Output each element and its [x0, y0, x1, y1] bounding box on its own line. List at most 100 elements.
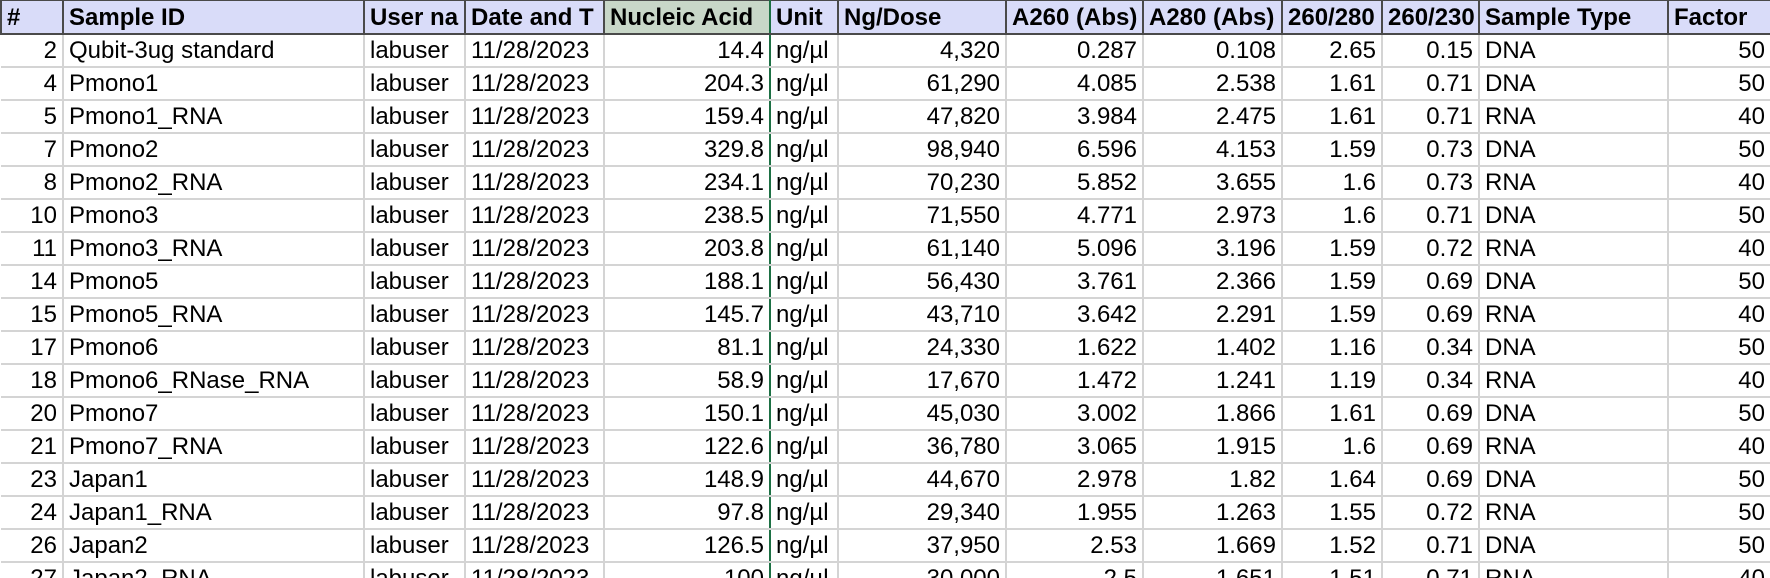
ratio-260-230-cell[interactable]: 0.34 [1382, 331, 1480, 365]
a260-cell[interactable]: 2.53 [1006, 529, 1144, 563]
ratio-260-280-cell[interactable]: 1.61 [1282, 100, 1383, 134]
ng-dose-cell[interactable]: 56,430 [838, 265, 1007, 299]
nucleic-acid-cell[interactable]: 58.9 [603, 364, 771, 398]
table-row[interactable]: 15 Pmono5_RNA labuser 11/28/2023 145.7 ng/µl 4… [1, 298, 1770, 332]
row-number-cell[interactable]: 15 [1, 298, 64, 332]
ng-dose-header[interactable]: Ng/Dose [838, 0, 1007, 35]
sample-type-cell[interactable]: RNA [1479, 100, 1669, 134]
user-name-cell[interactable]: labuser [364, 496, 466, 530]
ratio-260-280-cell[interactable]: 1.6 [1282, 166, 1383, 200]
ng-dose-cell[interactable]: 61,290 [838, 67, 1007, 101]
table-row[interactable]: 21 Pmono7_RNA labuser 11/28/2023 122.6 ng/µl 3… [1, 430, 1770, 464]
nucleic-acid-cell[interactable]: 81.1 [603, 331, 771, 365]
user-name-cell[interactable]: labuser [364, 529, 466, 563]
date-time-cell[interactable]: 11/28/2023 [465, 265, 605, 299]
sample-id-cell[interactable]: Pmono7 [63, 397, 365, 431]
row-number-cell[interactable]: 14 [1, 265, 64, 299]
a260-header[interactable]: A260 (Abs) [1006, 0, 1144, 35]
sample-type-cell[interactable]: RNA [1479, 166, 1669, 200]
a260-cell[interactable]: 0.287 [1006, 34, 1144, 68]
row-number-cell[interactable]: 2 [1, 34, 64, 68]
sample-id-cell[interactable]: Pmono3 [63, 199, 365, 233]
unit-cell[interactable]: ng/µl [770, 265, 839, 299]
date-time-cell[interactable]: 11/28/2023 [465, 133, 605, 167]
nucleic-acid-cell[interactable]: 97.8 [603, 496, 771, 530]
row-number-cell[interactable]: 11 [1, 232, 64, 266]
a280-cell[interactable]: 4.153 [1143, 133, 1283, 167]
ng-dose-cell[interactable]: 37,950 [838, 529, 1007, 563]
table-row[interactable]: 10 Pmono3 labuser 11/28/2023 238.5 ng/µl 71,55… [1, 199, 1770, 233]
a260-cell[interactable]: 1.955 [1006, 496, 1144, 530]
row-number-cell[interactable]: 17 [1, 331, 64, 365]
nucleic-acid-cell[interactable]: 122.6 [603, 430, 771, 464]
nucleic-acid-cell[interactable]: 14.4 [603, 34, 771, 68]
row-number-header[interactable]: # [0, 0, 64, 35]
ratio-260-230-cell[interactable]: 0.71 [1382, 529, 1480, 563]
date-time-cell[interactable]: 11/28/2023 [465, 298, 605, 332]
date-time-cell[interactable]: 11/28/2023 [465, 364, 605, 398]
ng-dose-cell[interactable]: 44,670 [838, 463, 1007, 497]
sample-id-cell[interactable]: Pmono2_RNA [63, 166, 365, 200]
sample-id-cell[interactable]: Pmono1 [63, 67, 365, 101]
row-number-cell[interactable]: 27 [1, 562, 64, 578]
ratio-260-280-cell[interactable]: 1.16 [1282, 331, 1383, 365]
ratio-260-230-cell[interactable]: 0.71 [1382, 199, 1480, 233]
user-name-cell[interactable]: labuser [364, 298, 466, 332]
sample-id-cell[interactable]: Pmono5_RNA [63, 298, 365, 332]
a260-cell[interactable]: 2.5 [1006, 562, 1144, 578]
date-time-cell[interactable]: 11/28/2023 [465, 562, 605, 578]
row-number-cell[interactable]: 26 [1, 529, 64, 563]
unit-cell[interactable]: ng/µl [770, 199, 839, 233]
sample-type-cell[interactable]: RNA [1479, 232, 1669, 266]
a260-cell[interactable]: 3.761 [1006, 265, 1144, 299]
ng-dose-cell[interactable]: 29,340 [838, 496, 1007, 530]
unit-cell[interactable]: ng/µl [770, 430, 839, 464]
sample-id-cell[interactable]: Japan1 [63, 463, 365, 497]
row-number-cell[interactable]: 21 [1, 430, 64, 464]
sample-id-cell[interactable]: Pmono6_RNase_RNA [63, 364, 365, 398]
factor-cell[interactable]: 40 [1668, 100, 1770, 134]
ratio-260-230-cell[interactable]: 0.72 [1382, 232, 1480, 266]
sample-type-cell[interactable]: RNA [1479, 298, 1669, 332]
sample-id-cell[interactable]: Pmono6 [63, 331, 365, 365]
table-row[interactable]: 4 Pmono1 labuser 11/28/2023 204.3 ng/µl 61,290… [1, 67, 1770, 101]
a260-cell[interactable]: 3.984 [1006, 100, 1144, 134]
user-name-cell[interactable]: labuser [364, 100, 466, 134]
ng-dose-cell[interactable]: 71,550 [838, 199, 1007, 233]
a280-cell[interactable]: 3.655 [1143, 166, 1283, 200]
ratio-260-280-cell[interactable]: 1.59 [1282, 232, 1383, 266]
table-row[interactable]: 17 Pmono6 labuser 11/28/2023 81.1 ng/µl 24,330… [1, 331, 1770, 365]
user-name-cell[interactable]: labuser [364, 166, 466, 200]
date-time-cell[interactable]: 11/28/2023 [465, 166, 605, 200]
factor-cell[interactable]: 50 [1668, 496, 1770, 530]
ratio-260-230-cell[interactable]: 0.73 [1382, 133, 1480, 167]
factor-cell[interactable]: 50 [1668, 529, 1770, 563]
ratio-260-230-cell[interactable]: 0.71 [1382, 67, 1480, 101]
sample-type-cell[interactable]: DNA [1479, 265, 1669, 299]
a280-cell[interactable]: 1.651 [1143, 562, 1283, 578]
a280-cell[interactable]: 1.402 [1143, 331, 1283, 365]
unit-cell[interactable]: ng/µl [770, 496, 839, 530]
row-number-cell[interactable]: 23 [1, 463, 64, 497]
user-name-cell[interactable]: labuser [364, 34, 466, 68]
ratio-260-230-cell[interactable]: 0.71 [1382, 100, 1480, 134]
nucleic-acid-cell[interactable]: 145.7 [603, 298, 771, 332]
sample-type-cell[interactable]: RNA [1479, 364, 1669, 398]
factor-cell[interactable]: 40 [1668, 298, 1770, 332]
ng-dose-cell[interactable]: 43,710 [838, 298, 1007, 332]
nucleic-acid-cell[interactable]: 100 [603, 562, 771, 578]
a260-cell[interactable]: 2.978 [1006, 463, 1144, 497]
table-row[interactable]: 5 Pmono1_RNA labuser 11/28/2023 159.4 ng/µl 47… [1, 100, 1770, 134]
ratio-260-230-cell[interactable]: 0.69 [1382, 397, 1480, 431]
a280-cell[interactable]: 1.263 [1143, 496, 1283, 530]
ng-dose-cell[interactable]: 17,670 [838, 364, 1007, 398]
unit-cell[interactable]: ng/µl [770, 34, 839, 68]
user-name-cell[interactable]: labuser [364, 133, 466, 167]
date-time-cell[interactable]: 11/28/2023 [465, 496, 605, 530]
user-name-cell[interactable]: labuser [364, 397, 466, 431]
sample-id-cell[interactable]: Pmono3_RNA [63, 232, 365, 266]
ng-dose-cell[interactable]: 70,230 [838, 166, 1007, 200]
ratio-260-280-header[interactable]: 260/280 [1282, 0, 1383, 35]
date-time-cell[interactable]: 11/28/2023 [465, 463, 605, 497]
date-time-cell[interactable]: 11/28/2023 [465, 100, 605, 134]
